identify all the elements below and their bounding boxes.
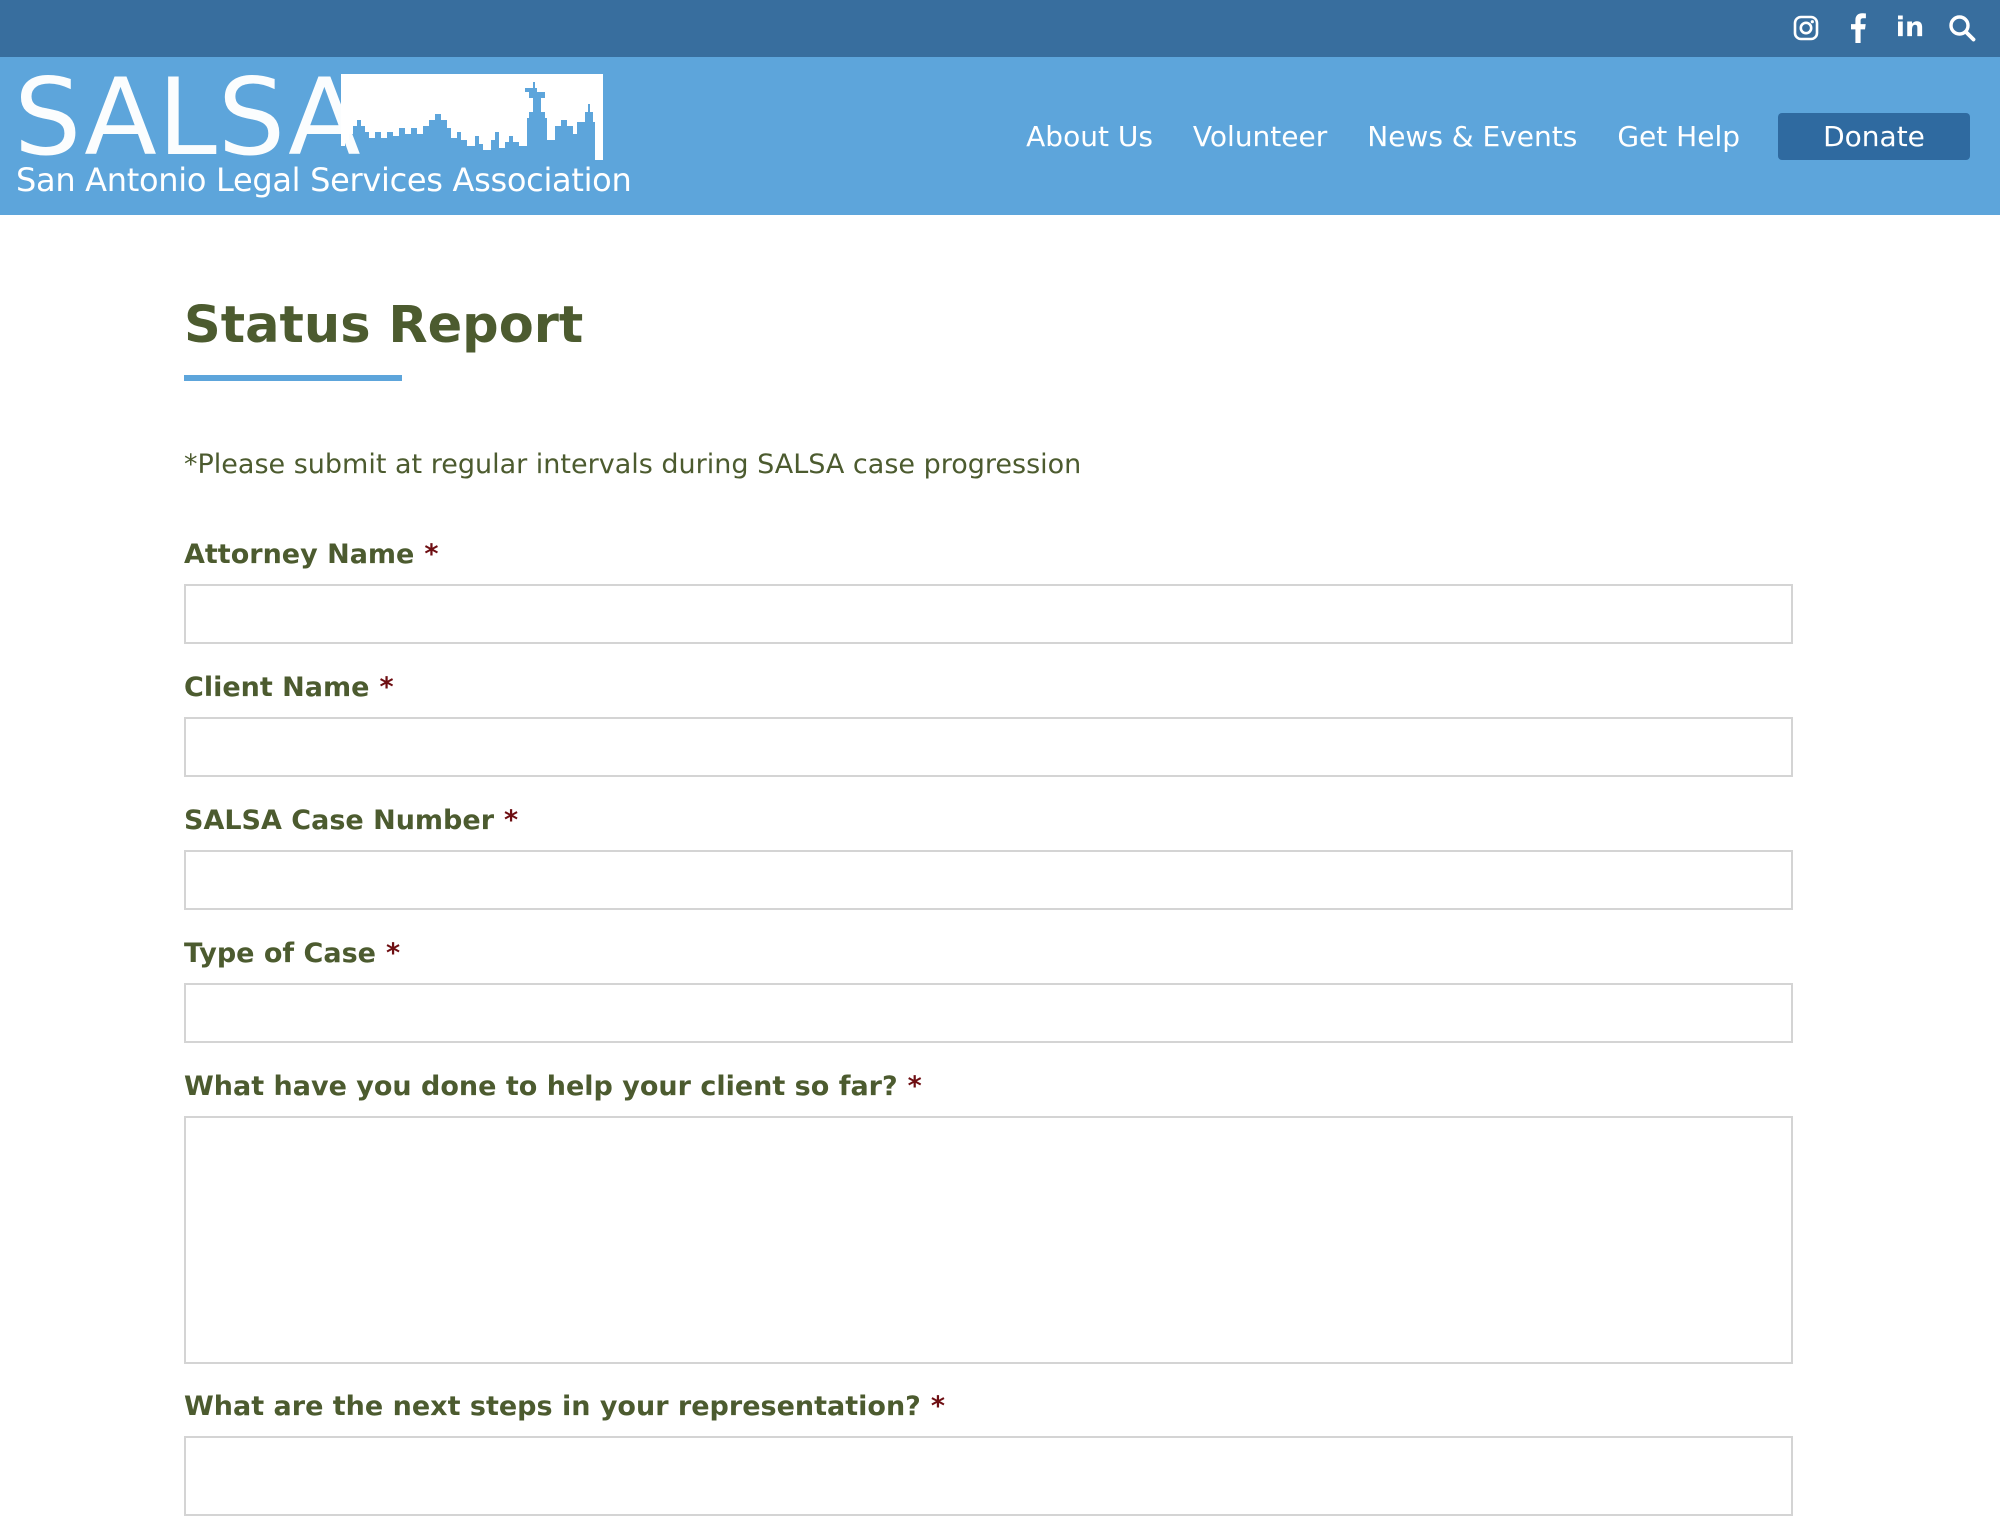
- required-marker: *: [424, 539, 439, 570]
- nav-volunteer[interactable]: Volunteer: [1193, 120, 1327, 153]
- next-steps-textarea[interactable]: [184, 1436, 1793, 1516]
- social-links: in: [1790, 12, 1978, 44]
- required-marker: *: [379, 672, 394, 703]
- nav-get-help[interactable]: Get Help: [1617, 120, 1740, 153]
- search-icon[interactable]: [1946, 12, 1978, 44]
- case-type-label-text: Type of Case: [184, 938, 376, 969]
- next-steps-label: What are the next steps in your represen…: [184, 1390, 945, 1424]
- client-name-input[interactable]: [184, 717, 1793, 777]
- title-underline: [184, 375, 402, 381]
- required-marker: *: [907, 1071, 922, 1102]
- work-done-textarea[interactable]: [184, 1116, 1793, 1364]
- next-steps-label-text: What are the next steps in your represen…: [184, 1391, 921, 1422]
- nav-about-us[interactable]: About Us: [1026, 120, 1153, 153]
- main-nav: About Us Volunteer News & Events Get Hel…: [1026, 57, 2000, 215]
- case-type-label: Type of Case *: [184, 937, 400, 971]
- attorney-name-input[interactable]: [184, 584, 1793, 644]
- instagram-icon[interactable]: [1790, 12, 1822, 44]
- work-done-label: What have you done to help your client s…: [184, 1070, 922, 1104]
- site-header: SALSA San Antonio Legal Services Associa…: [0, 57, 2000, 215]
- logo-tagline: San Antonio Legal Services Association: [16, 161, 632, 199]
- work-done-label-text: What have you done to help your client s…: [184, 1071, 898, 1102]
- page-title: Status Report: [184, 296, 584, 355]
- case-number-label: SALSA Case Number *: [184, 804, 518, 838]
- client-name-label-text: Client Name: [184, 672, 370, 703]
- client-name-label: Client Name *: [184, 671, 394, 705]
- intro-text: *Please submit at regular intervals duri…: [184, 449, 1082, 480]
- case-type-input[interactable]: [184, 983, 1793, 1043]
- attorney-name-label: Attorney Name *: [184, 538, 439, 572]
- required-marker: *: [504, 805, 519, 836]
- nav-news-events[interactable]: News & Events: [1367, 120, 1577, 153]
- case-number-label-text: SALSA Case Number: [184, 805, 495, 836]
- salsa-logo[interactable]: SALSA San Antonio Legal Services Associa…: [14, 56, 632, 215]
- required-marker: *: [385, 938, 401, 969]
- donate-button[interactable]: Donate: [1778, 112, 1970, 160]
- attorney-name-label-text: Attorney Name: [184, 539, 415, 570]
- facebook-icon[interactable]: [1842, 12, 1874, 44]
- skyline-graphic: [341, 74, 603, 160]
- required-marker: *: [930, 1391, 945, 1422]
- logo-wordmark: SALSA: [14, 56, 362, 179]
- top-utility-bar: in: [0, 0, 2000, 57]
- linkedin-icon[interactable]: in: [1894, 12, 1926, 44]
- case-number-input[interactable]: [184, 850, 1793, 910]
- linkedin-glyph: in: [1895, 12, 1925, 43]
